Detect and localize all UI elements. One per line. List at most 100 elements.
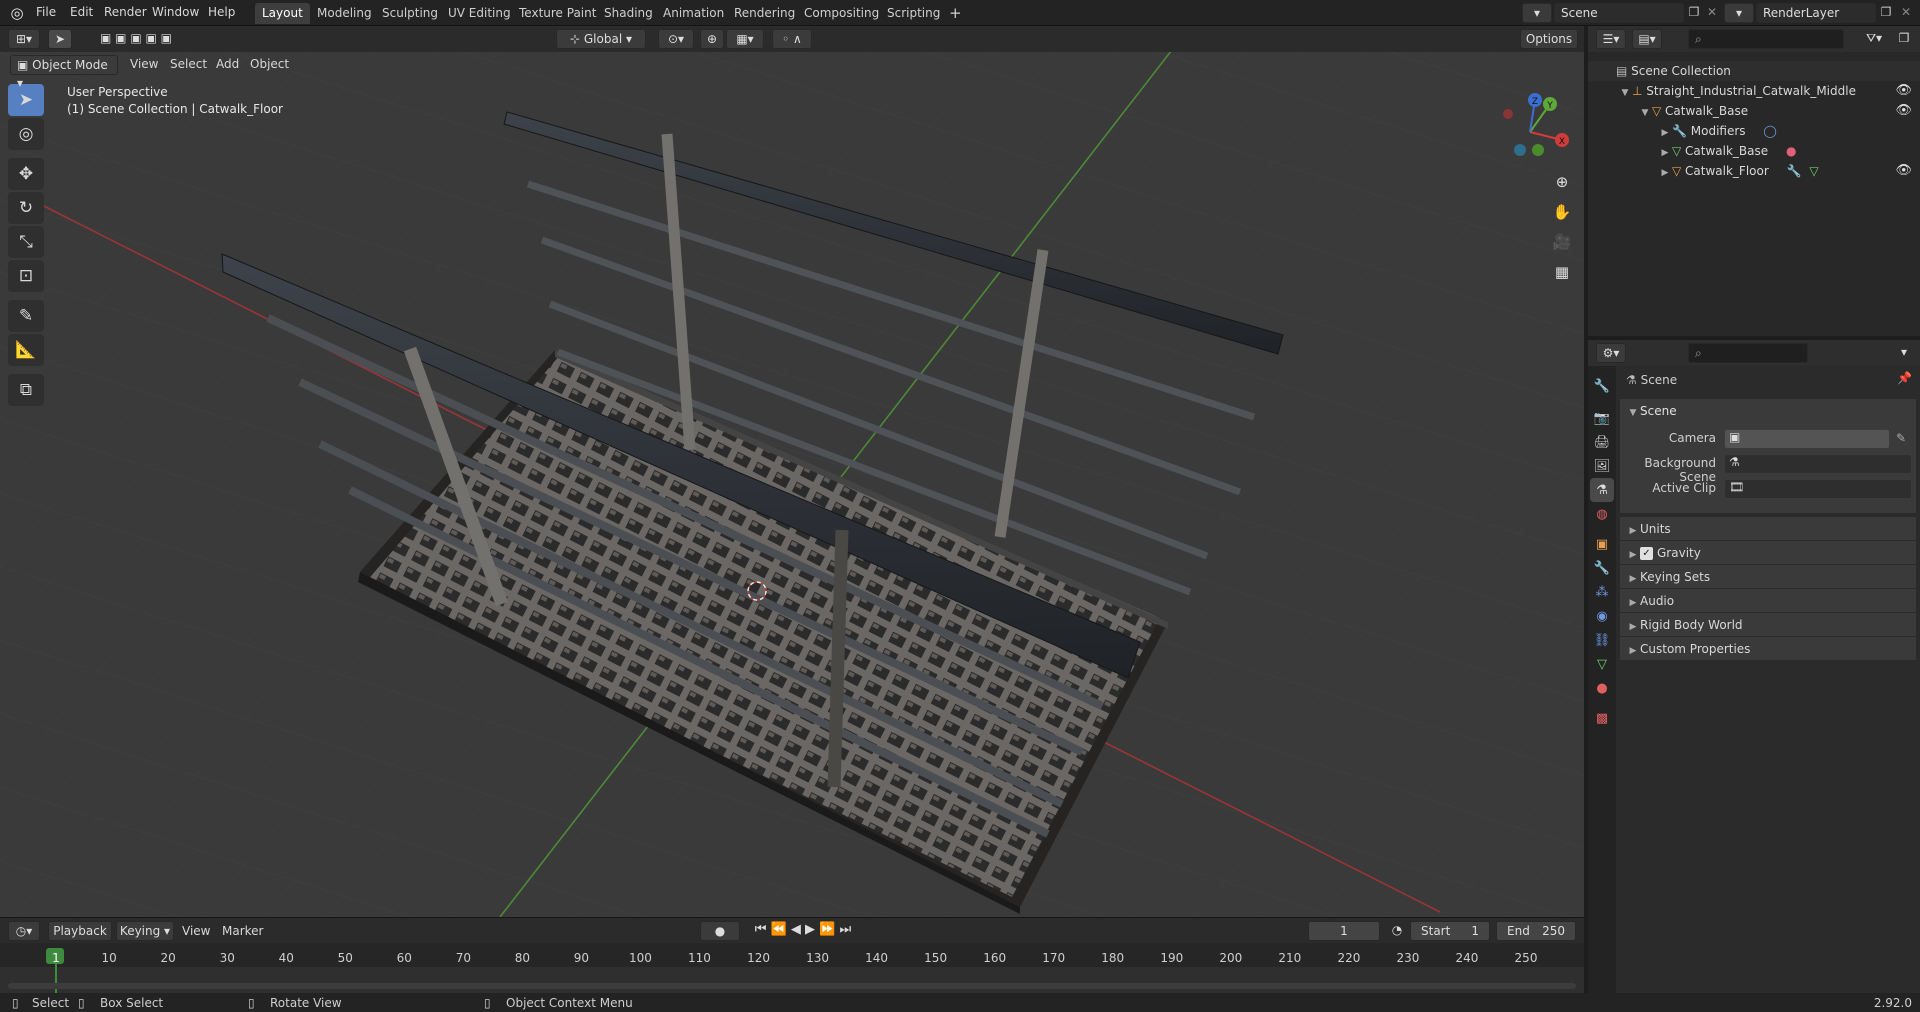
keying-sets-subpanel[interactable]: ▶ Keying Sets (1620, 564, 1916, 588)
outliner-row-modifiers[interactable]: ▶ 🔧 Modifiers ◯ (1588, 121, 1920, 141)
options-dropdown[interactable]: Options (1520, 29, 1578, 49)
delete-viewlayer-icon[interactable]: ✕ (1898, 5, 1914, 21)
outliner-editor-type-icon[interactable]: ☰▾ (1596, 29, 1626, 49)
view-layer-tab-icon[interactable]: 🖼 (1590, 454, 1614, 478)
measure-icon[interactable]: 📐 (8, 334, 44, 366)
audio-subpanel[interactable]: ▶ Audio (1620, 588, 1916, 612)
proportional-edit-icon[interactable]: ◦ ∧ (772, 29, 812, 49)
current-frame-field[interactable]: 1 (1308, 921, 1380, 941)
material-tab-icon[interactable]: ● (1590, 676, 1614, 700)
camera-field[interactable]: ▣ (1724, 429, 1890, 449)
menu-window[interactable]: Window (146, 0, 205, 26)
outliner-row-catwalk-middle[interactable]: ▼ ⊥ Straight_Industrial_Catwalk_Middle 👁 (1588, 81, 1920, 101)
object-mode-dropdown[interactable]: ▣ Object Mode ▾ (10, 55, 118, 90)
menu-render[interactable]: Render (98, 0, 153, 26)
output-tab-icon[interactable]: 🖨 (1590, 430, 1614, 454)
snap-toggle-icon[interactable]: ⊕ (700, 29, 724, 49)
outliner-search-input[interactable]: ⌕ (1688, 29, 1844, 49)
select-mode-icon[interactable]: ➤ (48, 29, 72, 49)
annotate-icon[interactable]: ✎ (8, 300, 44, 332)
expand-arrow-icon[interactable]: ▼ (1638, 103, 1652, 123)
texture-tab-icon[interactable]: ▩ (1590, 706, 1614, 730)
new-scene-icon[interactable]: ❐ (1686, 5, 1702, 21)
modifier-tab-icon[interactable]: 🔧 (1590, 556, 1614, 580)
tab-scripting[interactable]: Scripting (880, 3, 947, 24)
viewlayer-name-field[interactable]: RenderLayer (1756, 3, 1876, 23)
tab-animation[interactable]: Animation (656, 3, 731, 24)
new-collection-icon[interactable]: ❐ (1894, 29, 1914, 49)
scale-icon[interactable]: ⤡ (8, 226, 44, 258)
delete-scene-icon[interactable]: ✕ (1704, 5, 1720, 21)
visibility-eye-icon[interactable]: 👁 (1895, 101, 1912, 121)
visibility-eye-icon[interactable]: 👁 (1895, 161, 1912, 181)
menu-add[interactable]: Add (216, 55, 239, 73)
object-tab-icon[interactable]: ▣ (1590, 532, 1614, 556)
playback-controls[interactable]: ⏮ ⏪ ◀ ▶ ⏩ ⏭ (748, 921, 858, 941)
properties-search-input[interactable]: ⌕ (1688, 343, 1808, 363)
rotate-icon[interactable]: ↻ (8, 192, 44, 224)
active-clip-field[interactable]: 🎞 (1724, 479, 1912, 499)
expand-arrow-icon[interactable]: ▶ (1658, 143, 1672, 163)
viewlayer-browse-icon[interactable]: ▾ (1724, 3, 1754, 23)
add-workspace-icon[interactable]: + (942, 3, 969, 24)
pin-icon[interactable]: 📌 (1897, 371, 1912, 385)
timeline-scrollbar[interactable] (8, 983, 1576, 989)
end-frame-field[interactable]: End 250 (1496, 921, 1576, 941)
visibility-eye-icon[interactable]: 👁 (1895, 81, 1912, 101)
constraints-tab-icon[interactable]: ⛓ (1590, 628, 1614, 652)
display-mode-icon[interactable]: ▤▾ (1632, 29, 1662, 49)
units-subpanel[interactable]: ▶ Units (1620, 516, 1916, 540)
transform-orientation-dropdown[interactable]: ⊹ Global ▾ (556, 29, 646, 49)
zoom-icon[interactable]: ⊕ (1549, 169, 1575, 195)
expand-arrow-icon[interactable]: ▶ (1658, 123, 1672, 143)
filter-icon[interactable]: ⛛▾ (1858, 29, 1890, 49)
tab-sculpting[interactable]: Sculpting (375, 3, 445, 24)
menu-help[interactable]: Help (202, 0, 241, 26)
menu-file[interactable]: File (30, 0, 62, 26)
timeline-editor-type-icon[interactable]: ◷▾ (8, 921, 40, 941)
expand-arrow-icon[interactable]: ▶ (1658, 163, 1672, 183)
auto-keying-icon[interactable]: ● (700, 921, 740, 941)
tab-shading[interactable]: Shading (597, 3, 660, 24)
timeline-menu-view[interactable]: View (182, 922, 210, 940)
navigation-gizmo[interactable]: X Y Z (1490, 92, 1570, 172)
scene-panel-header[interactable]: ▼ Scene (1620, 399, 1916, 423)
data-tab-icon[interactable]: ▽ (1590, 652, 1614, 676)
custom-properties-subpanel[interactable]: ▶ Custom Properties (1620, 636, 1916, 660)
menu-view[interactable]: View (130, 55, 158, 73)
timeline-area[interactable]: 1 10 20 30 40 50 60 70 80 90 100 110 120 130 140 150 160… (0, 943, 1584, 993)
tab-layout[interactable]: Layout (255, 3, 310, 24)
playback-dropdown[interactable]: Playback ▾ (48, 921, 112, 956)
background-scene-field[interactable]: ⚗ (1724, 454, 1912, 474)
transform-icon[interactable]: ⊡ (8, 260, 44, 292)
select-box-icon[interactable]: ➤ (8, 84, 44, 116)
tab-rendering[interactable]: Rendering (727, 3, 802, 24)
tab-texture-paint[interactable]: Texture Paint (512, 3, 603, 24)
pan-hand-icon[interactable]: ✋ (1549, 199, 1575, 225)
tool-tab-icon[interactable]: 🔧 (1590, 374, 1614, 398)
world-tab-icon[interactable]: ◍ (1590, 502, 1614, 526)
editor-type-icon[interactable]: ⊞▾ (8, 29, 40, 49)
outliner-row-catwalk-floor[interactable]: ▶ ▽ Catwalk_Floor 🔧 ▽ 👁 (1588, 161, 1920, 181)
expand-arrow-icon[interactable]: ▼ (1618, 83, 1632, 103)
menu-select[interactable]: Select (170, 55, 207, 73)
rigid-body-world-subpanel[interactable]: ▶ Rigid Body World (1620, 612, 1916, 636)
outliner-row-catwalk-base[interactable]: ▼ ▽ Catwalk_Base 👁 (1588, 101, 1920, 121)
scene-tab-icon[interactable]: ⚗ (1590, 478, 1614, 502)
snap-target-icon[interactable]: ▦▾ (726, 29, 764, 49)
outliner-row-catwalk-base-mesh[interactable]: ▶ ▽ Catwalk_Base ● (1588, 141, 1920, 161)
selection-mode-icons[interactable]: ▣ ▣ ▣ ▣ ▣ (88, 29, 184, 49)
tab-modeling[interactable]: Modeling (310, 3, 379, 24)
pivot-point-icon[interactable]: ⊙▾ (658, 29, 694, 49)
outliner-row-scene-collection[interactable]: ▤ Scene Collection (1588, 61, 1920, 81)
gravity-checkbox[interactable]: ✓ (1640, 547, 1653, 560)
camera-view-icon[interactable]: 🎥 (1549, 229, 1575, 255)
cursor-icon[interactable]: ◎ (8, 118, 44, 150)
tab-uv-editing[interactable]: UV Editing (441, 3, 518, 24)
render-tab-icon[interactable]: 📷 (1590, 406, 1614, 430)
preview-range-icon[interactable]: ◔ (1386, 921, 1408, 941)
perspective-toggle-icon[interactable]: ▦ (1549, 259, 1575, 285)
keying-dropdown[interactable]: Keying ▾ (116, 921, 174, 941)
properties-options-icon[interactable]: ▾ (1894, 343, 1914, 363)
menu-object[interactable]: Object (250, 55, 289, 73)
